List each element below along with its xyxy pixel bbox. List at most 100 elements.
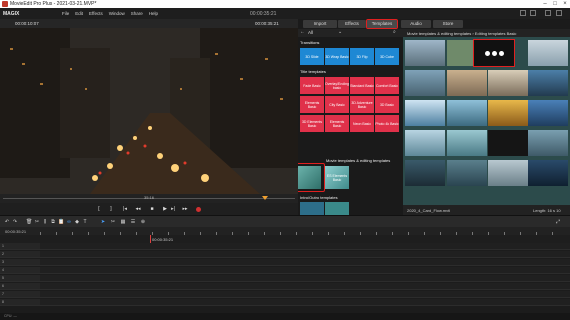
track-lane[interactable] (40, 251, 570, 257)
tab-store[interactable]: Store (433, 20, 463, 28)
redo-icon[interactable]: ↷ (12, 219, 18, 225)
track-row[interactable]: 6 (0, 283, 570, 290)
template-thumbnail[interactable] (405, 100, 445, 126)
track-header[interactable]: 4 (0, 267, 40, 273)
cut-icon[interactable]: ✂ (34, 219, 40, 225)
menu-edit[interactable]: Edit (75, 11, 83, 16)
storyboard-icon[interactable]: ▦ (120, 219, 126, 225)
template-tile[interactable]: City Basic (325, 96, 349, 113)
template-thumbnail[interactable] (528, 70, 568, 96)
tab-effects[interactable]: Effects (338, 20, 366, 28)
template-thumbnail[interactable] (298, 166, 321, 189)
track-row[interactable]: 4 (0, 267, 570, 274)
paste-icon[interactable]: 📋 (58, 219, 64, 225)
section-intro-outro[interactable]: Intro/Outro templates (300, 195, 338, 200)
timeline-ruler[interactable]: 00:00:35:21 (0, 227, 570, 235)
template-thumbnail[interactable] (405, 70, 445, 96)
track-header[interactable]: 5 (0, 275, 40, 281)
template-tile[interactable]: Fade Basic (300, 77, 324, 94)
menu-file[interactable]: File (62, 11, 69, 16)
track-lane[interactable] (40, 259, 570, 265)
split-icon[interactable]: ⫼ (42, 219, 48, 225)
template-thumbnail-selected[interactable] (473, 39, 515, 67)
template-thumbnail[interactable] (447, 100, 487, 126)
section-title-templates[interactable]: Title templates (300, 69, 326, 74)
section-transitions[interactable]: Transitions (300, 40, 319, 45)
track-header[interactable]: 2 (0, 251, 40, 257)
template-thumbnail[interactable] (528, 160, 568, 186)
template-thumbnail[interactable] (488, 160, 528, 186)
track-header[interactable]: 1 (0, 243, 40, 249)
template-tile[interactable]: ES Elements Basic (325, 166, 349, 189)
track-row[interactable]: 8 (0, 299, 570, 306)
forward-icon[interactable]: ▸▸ (182, 206, 188, 212)
settings-icon[interactable] (545, 10, 551, 16)
track-header[interactable]: 8 (0, 299, 40, 305)
menu-help[interactable]: Help (149, 11, 158, 16)
search-icon[interactable]: ⌕ (393, 29, 396, 35)
delete-icon[interactable]: 🗑 (26, 219, 32, 225)
pointer-icon[interactable]: ➤ (100, 219, 106, 225)
track-row[interactable]: 1 (0, 243, 570, 250)
track-row[interactable]: 2 (0, 251, 570, 258)
template-tile[interactable]: 3D Basic (375, 96, 399, 113)
template-thumbnail[interactable] (528, 100, 568, 126)
template-thumbnail[interactable] (447, 70, 487, 96)
timeline-mode-icon[interactable]: ☰ (130, 219, 136, 225)
help-icon[interactable] (556, 10, 562, 16)
track-row[interactable]: 3 (0, 259, 570, 266)
template-tile[interactable]: Elements Basic (300, 96, 324, 113)
template-tile[interactable]: 3D Slide (300, 48, 324, 65)
template-tile[interactable]: 3D Flip (350, 48, 374, 65)
template-tile[interactable]: Neon Basic (350, 115, 374, 132)
chevron-down-icon[interactable]: ⌄ (338, 29, 342, 35)
template-thumbnail[interactable] (488, 130, 528, 156)
track-lane[interactable] (40, 291, 570, 297)
template-thumbnail[interactable] (447, 160, 487, 186)
track-row[interactable]: 5 (0, 275, 570, 282)
template-thumbnail[interactable] (488, 70, 528, 96)
undo-icon[interactable] (520, 10, 526, 16)
template-tile[interactable]: Photo 4k Basic (375, 115, 399, 132)
template-tile[interactable]: Comfort Basic (375, 77, 399, 94)
in-point-icon[interactable]: [ (96, 206, 102, 212)
zoom-icon[interactable]: ⊕ (140, 219, 146, 225)
minimize-icon[interactable]: – (540, 0, 550, 8)
template-thumbnail[interactable] (528, 130, 568, 156)
template-thumbnail[interactable] (405, 40, 445, 66)
template-tile[interactable]: 3D Elements Basic (300, 115, 324, 132)
template-tile[interactable]: 3D Adventure Basic (350, 96, 374, 113)
preview-scrubber[interactable]: 35:16 (0, 194, 298, 203)
tab-import[interactable]: Import (303, 20, 337, 28)
close-icon[interactable]: × (560, 0, 570, 8)
template-tile[interactable]: Standard Basic (350, 77, 374, 94)
link-icon[interactable]: ∞ (66, 219, 72, 225)
track-header[interactable]: 3 (0, 259, 40, 265)
marker-icon[interactable]: ◆ (74, 219, 80, 225)
previous-marker-icon[interactable]: |◂ (122, 206, 128, 212)
expand-icon[interactable]: ⤢ (555, 219, 561, 225)
stop-icon[interactable]: ■ (149, 206, 155, 212)
template-thumbnail[interactable] (447, 130, 487, 156)
scissors-tool-icon[interactable]: ✂ (110, 219, 116, 225)
template-tile[interactable]: Overlay/Ending basic (325, 77, 349, 94)
next-marker-icon[interactable]: ▸| (170, 206, 176, 212)
track-header[interactable]: 6 (0, 283, 40, 289)
template-thumbnail[interactable] (488, 100, 528, 126)
template-thumbnail[interactable] (405, 160, 445, 186)
section-movie-templates[interactable]: Movie templates & editing templates (326, 158, 390, 163)
track-header[interactable]: 7 (0, 291, 40, 297)
copy-icon[interactable]: ⧉ (50, 219, 56, 225)
menu-effects[interactable]: Effects (89, 11, 103, 16)
tab-templates[interactable]: Templates (366, 19, 398, 29)
maximize-icon[interactable]: □ (550, 0, 560, 8)
template-tile[interactable]: Elements Basic (325, 115, 349, 132)
text-icon[interactable]: T (82, 219, 88, 225)
template-tile[interactable]: 3D Cube (375, 48, 399, 65)
tab-audio[interactable]: Audio (401, 20, 431, 28)
redo-icon[interactable] (530, 10, 536, 16)
track-lane[interactable] (40, 283, 570, 289)
video-preview[interactable] (0, 28, 298, 194)
track-lane[interactable] (40, 267, 570, 273)
record-button[interactable] (196, 207, 201, 212)
